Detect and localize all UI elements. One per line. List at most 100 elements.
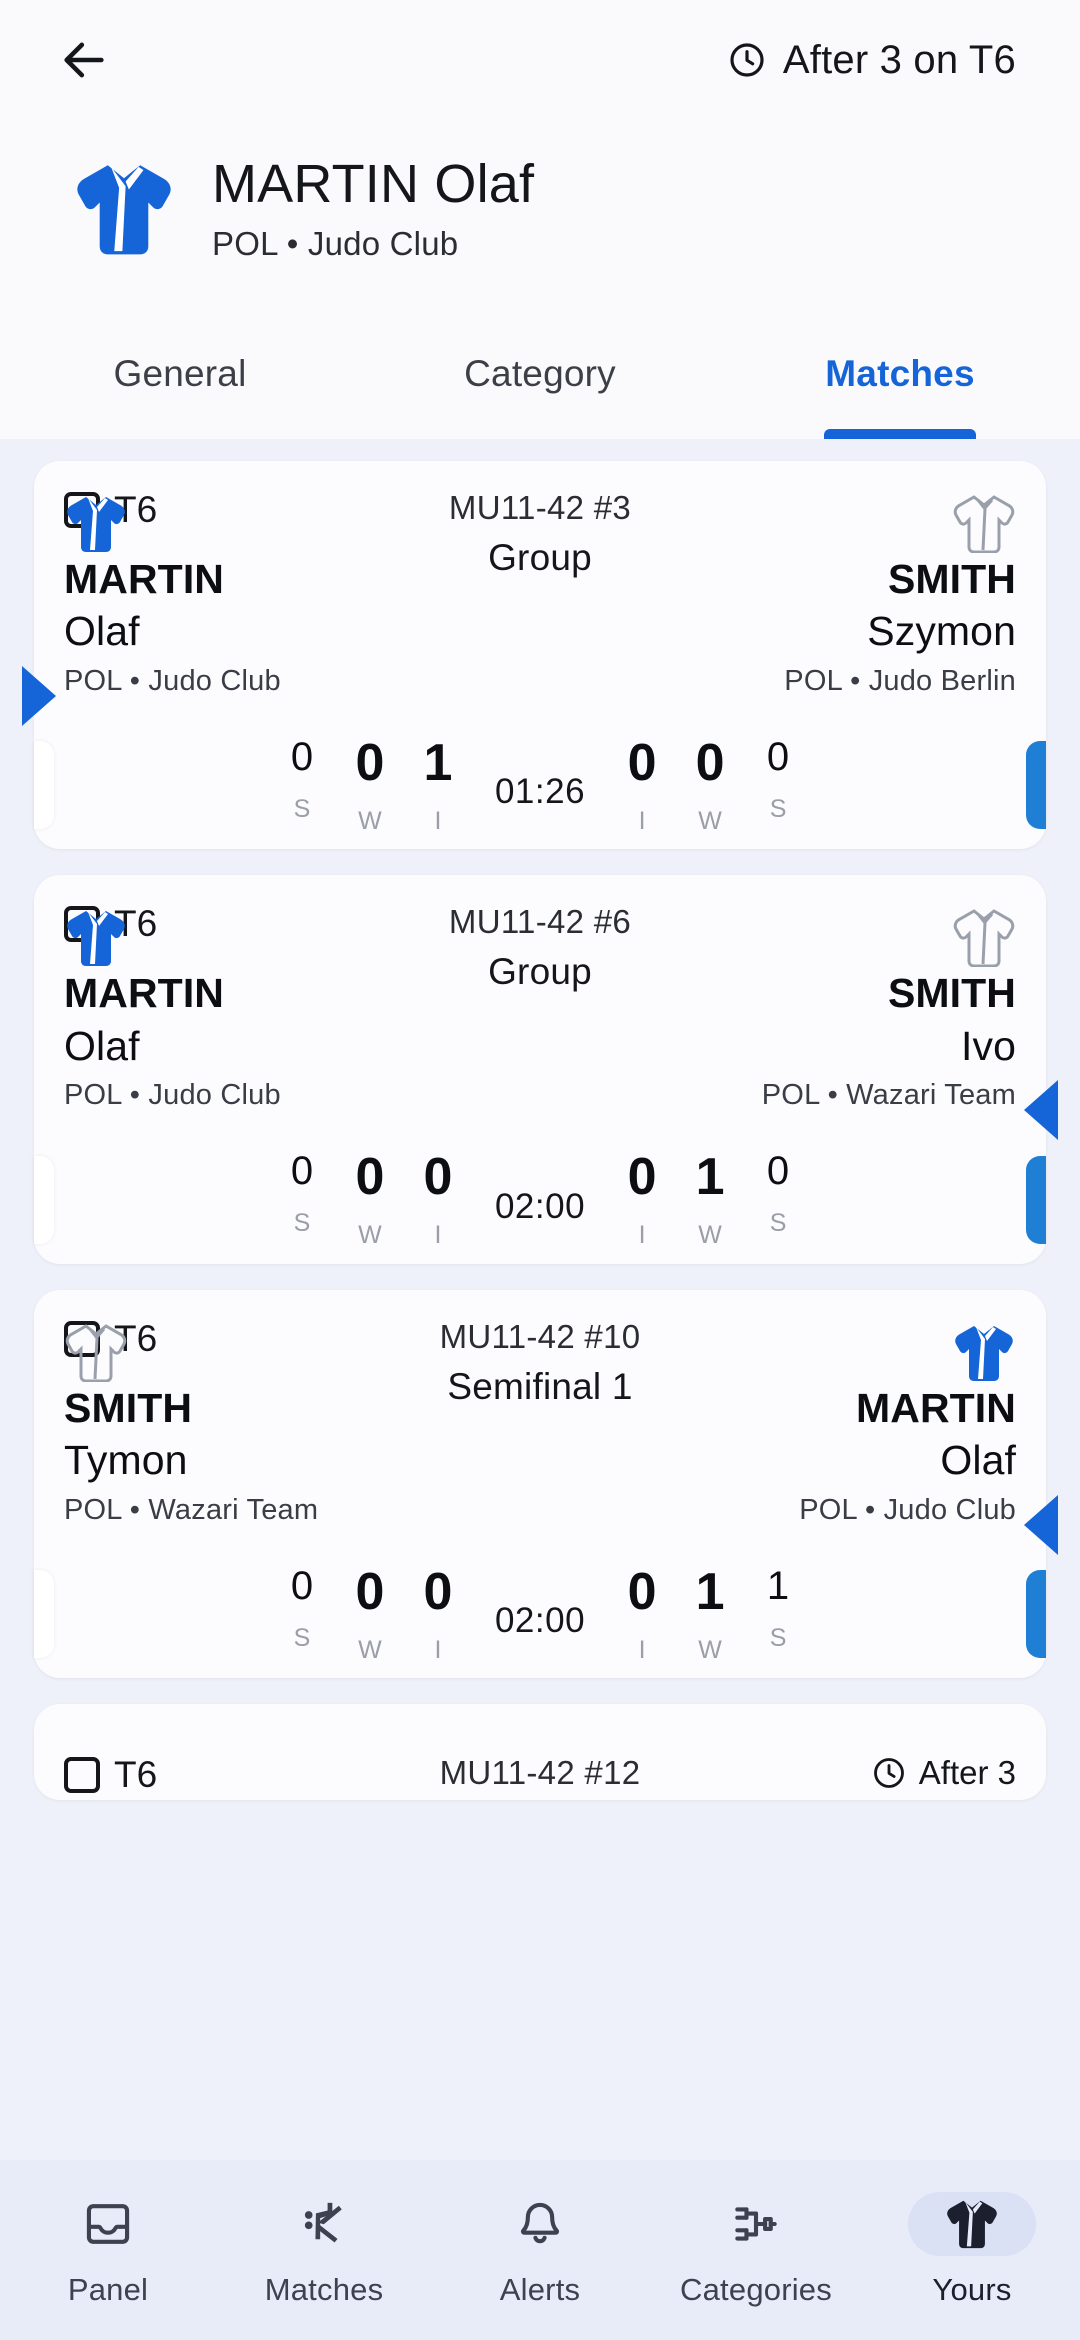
score-group-right: 0I 1W 0S (619, 1151, 801, 1248)
score-strip: 0S 0W 0I 02:00 0I 1W 0S (34, 1136, 1046, 1264)
app-screen: After 3 on T6 MARTIN Olaf POL • Judo Clu… (0, 0, 1080, 2340)
match-card[interactable]: T6 MU11-42 #10 Semifinal 1 SMITH Tymon P… (34, 1289, 1058, 1678)
judo-throw-icon (304, 2202, 342, 2243)
competitor-right: SMITH Szymon POL • Judo Berlin (676, 487, 1016, 703)
score-cell: 0S (279, 1566, 325, 1651)
score-key: S (769, 794, 787, 823)
score-value: 1 (766, 1563, 790, 1608)
back-button[interactable] (48, 24, 120, 96)
nav-item-categories[interactable]: Categories (648, 2192, 864, 2308)
bell-icon (520, 2202, 560, 2244)
score-key: I (434, 1635, 442, 1664)
competitor-club: POL • Judo Club (799, 1493, 1016, 1526)
score-value: 0 (627, 1562, 657, 1621)
gi-edge-blue (1026, 1155, 1046, 1244)
score-cell: 0I (619, 1151, 665, 1248)
tab-category-label: Category (464, 352, 616, 394)
match-list[interactable]: T6 MU11-42 #3 Group MARTIN Olaf POL • Ju… (0, 438, 1080, 2160)
score-value: 1 (423, 733, 453, 792)
match-code: MU11-42 #12 (439, 1754, 641, 1791)
match-round: Group (488, 951, 592, 993)
score-key: S (293, 1623, 311, 1652)
match-card[interactable]: T6 MU11-42 #3 Group MARTIN Olaf POL • Ju… (22, 460, 1046, 850)
competitor-right: SMITH Ivo POL • Wazari Team (676, 901, 1016, 1117)
score-cell: 1W (687, 1151, 733, 1248)
match-timer: 02:00 (494, 1186, 586, 1226)
competitor-last-name: SMITH (887, 555, 1016, 602)
competitor-club: POL • Wazari Team (761, 1079, 1016, 1112)
score-cell: 0I (415, 1566, 461, 1663)
score-key: W (358, 1221, 382, 1250)
match-status-indicator[interactable]: After 3 on T6 (727, 38, 1032, 83)
winner-marker-right (1024, 1080, 1058, 1141)
nav-item-alerts[interactable]: Alerts (432, 2192, 648, 2308)
gi-slot-left (64, 1316, 128, 1382)
score-value: 1 (695, 1562, 725, 1621)
inbox-icon (86, 2204, 130, 2244)
score-group-right: 0I 1W 1S (619, 1566, 801, 1663)
competitor-last-name: MARTIN (64, 970, 225, 1017)
match-timer: 02:00 (494, 1601, 586, 1640)
competitor-first-name: Ivo (961, 1022, 1016, 1069)
bracket-icon (735, 2207, 777, 2241)
match-card[interactable]: T6 MU11-42 #12 After 3 (34, 1704, 1046, 1800)
match-status-text: After 3 (918, 1754, 1016, 1791)
competitor-first-name: Olaf (64, 1022, 140, 1069)
score-key: S (293, 794, 311, 823)
match-code: MU11-42 #6 (448, 903, 632, 941)
score-cell: 0S (755, 737, 801, 822)
nav-item-yours[interactable]: Yours (864, 2192, 1080, 2308)
score-key: W (358, 1635, 382, 1664)
bottom-navigation: Panel Matches Alerts Categories Yours (0, 2160, 1080, 2340)
score-key: I (434, 806, 442, 835)
mat-selector[interactable]: T6 (64, 1754, 294, 1796)
tab-matches[interactable]: Matches (720, 319, 1080, 439)
score-value: 0 (766, 734, 790, 779)
score-value: 0 (290, 1149, 314, 1194)
nav-item-matches[interactable]: Matches (216, 2192, 432, 2308)
score-group-left: 0S 0W 0I (279, 1566, 461, 1663)
match-checkbox[interactable] (64, 1757, 100, 1793)
score-cell: 0S (755, 1151, 801, 1236)
match-card[interactable]: T6 MU11-42 #6 Group MARTIN Olaf POL • Ju… (34, 875, 1058, 1264)
winner-marker-right (1024, 1494, 1058, 1555)
score-cell: 0W (347, 1566, 393, 1663)
match-meta: MU11-42 #12 (294, 1754, 786, 1792)
nav-item-panel[interactable]: Panel (0, 2192, 216, 2308)
nav-label-matches: Matches (264, 2272, 384, 2307)
tab-general[interactable]: General (0, 319, 360, 439)
tab-matches-label: Matches (825, 352, 975, 394)
judogi-icon (947, 2200, 997, 2249)
score-group-left: 0S 0W 1I (279, 737, 461, 834)
tab-matches-underline (824, 428, 976, 439)
match-round: Semifinal 1 (447, 1365, 633, 1407)
match-code: MU11-42 #10 (439, 1317, 641, 1355)
score-value: 0 (627, 733, 657, 792)
score-value: 0 (355, 1148, 385, 1207)
gi-edge-blue (1026, 741, 1046, 830)
gi-slot-right (952, 1316, 1016, 1382)
score-cell: 0I (619, 737, 665, 834)
clock-icon (730, 43, 764, 77)
athlete-name: MARTIN Olaf (212, 154, 535, 214)
competitor-last-name: MARTIN (64, 555, 225, 602)
tab-category[interactable]: Category (360, 319, 720, 439)
competitor-left: MARTIN Olaf POL • Judo Club (64, 901, 404, 1117)
gi-slot-right (952, 901, 1016, 968)
athlete-text: MARTIN Olaf POL • Judo Club (212, 156, 534, 263)
judogi-icon (953, 909, 1015, 968)
score-key: W (698, 1221, 722, 1250)
gi-slot-left (64, 487, 128, 553)
score-group-right: 0I 0W 0S (619, 737, 801, 834)
match-round: Group (488, 536, 592, 578)
judogi-icon (77, 165, 171, 255)
score-strip: 0S 0W 1I 01:26 0I 0W 0S (34, 721, 1046, 849)
competitor-last-name: MARTIN (855, 1384, 1016, 1431)
score-value: 0 (355, 1562, 385, 1621)
score-value: 1 (695, 1148, 725, 1207)
mat-label: T6 (114, 1754, 158, 1795)
top-bar: After 3 on T6 (0, 0, 1080, 120)
score-group-left: 0S 0W 0I (279, 1151, 461, 1248)
arrow-left-icon (64, 42, 104, 78)
nav-label-alerts: Alerts (499, 2272, 581, 2307)
